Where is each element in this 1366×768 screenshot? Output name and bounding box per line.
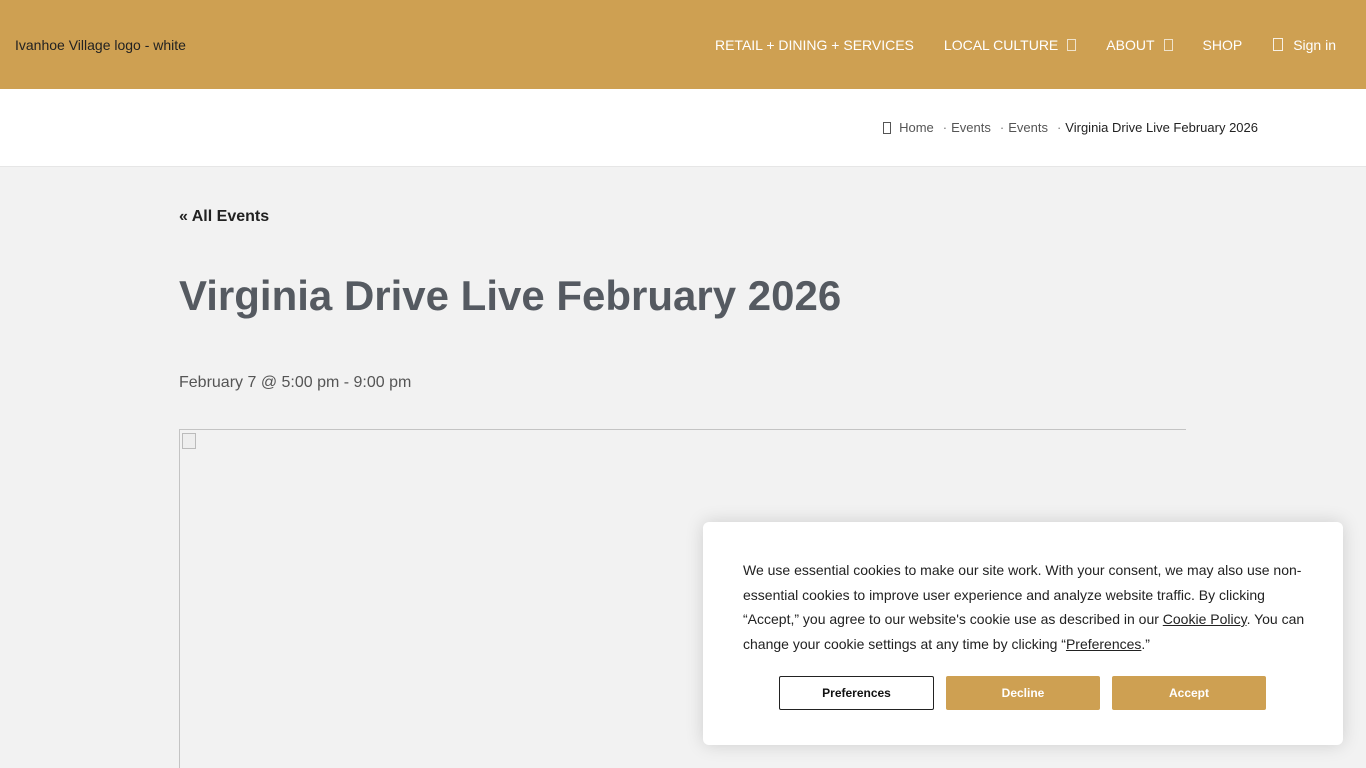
chevron-down-icon: [1067, 38, 1077, 51]
sign-in-link[interactable]: Sign in: [1273, 37, 1336, 53]
nav-shop[interactable]: SHOP: [1203, 37, 1243, 53]
cookie-policy-link[interactable]: Cookie Policy: [1163, 611, 1247, 627]
nav-label: ABOUT: [1106, 36, 1155, 53]
breadcrumb-separator: ·: [942, 120, 948, 135]
event-title: Virginia Drive Live February 2026: [179, 272, 842, 319]
all-events-link[interactable]: « All Events: [179, 208, 269, 226]
breadcrumb-bar: Home · Events · Events · Virginia Drive …: [0, 89, 1366, 167]
site-header: Ivanhoe Village logo - white RETAIL + DI…: [0, 0, 1366, 89]
breadcrumb-separator: ·: [1056, 120, 1062, 135]
chevron-down-icon: [1163, 38, 1173, 51]
nav-label: RETAIL + DINING + SERVICES: [714, 36, 914, 53]
cookie-message: We use essential cookies to make our sit…: [743, 558, 1309, 656]
preferences-button[interactable]: Preferences: [779, 676, 934, 710]
cookie-buttons: Preferences Decline Accept: [779, 676, 1266, 710]
nav-label: LOCAL CULTURE: [943, 36, 1059, 53]
user-icon: [1273, 38, 1284, 51]
nav-retail-dining-services[interactable]: RETAIL + DINING + SERVICES: [715, 37, 914, 53]
nav-label: SHOP: [1202, 36, 1243, 53]
cookie-consent-banner: We use essential cookies to make our sit…: [703, 522, 1343, 745]
accept-button[interactable]: Accept: [1112, 676, 1266, 710]
breadcrumb-events[interactable]: Events: [951, 120, 991, 135]
main-nav: RETAIL + DINING + SERVICES LOCAL CULTURE…: [685, 0, 1336, 89]
breadcrumb: Home · Events · Events · Virginia Drive …: [883, 120, 1258, 135]
broken-image-icon: [182, 433, 196, 449]
cookie-text-part: .”: [1141, 635, 1150, 652]
breadcrumb-separator: ·: [999, 120, 1005, 135]
site-logo[interactable]: Ivanhoe Village logo - white: [15, 37, 186, 53]
nav-about[interactable]: ABOUT: [1106, 36, 1173, 53]
nav-label: Sign in: [1293, 36, 1336, 53]
decline-button[interactable]: Decline: [946, 676, 1100, 710]
nav-local-culture[interactable]: LOCAL CULTURE: [943, 36, 1077, 53]
breadcrumb-home[interactable]: Home: [899, 120, 934, 135]
preferences-link[interactable]: Preferences: [1066, 636, 1141, 652]
event-date: February 7 @ 5:00 pm - 9:00 pm: [179, 374, 412, 391]
logo-alt-text: Ivanhoe Village logo - white: [15, 37, 186, 53]
breadcrumb-current: Virginia Drive Live February 2026: [1065, 120, 1258, 135]
breadcrumb-events-2[interactable]: Events: [1008, 120, 1048, 135]
home-icon: [883, 121, 892, 134]
